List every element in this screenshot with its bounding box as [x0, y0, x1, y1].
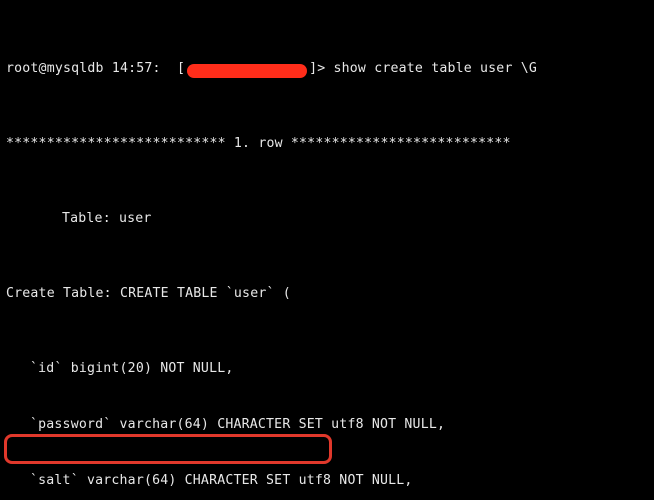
create-table-head: Create Table: CREATE TABLE `user` (	[6, 285, 648, 304]
prompt-open-bracket: [	[177, 60, 185, 79]
prompt-close-bracket: ]>	[309, 60, 325, 79]
row-separator: *************************** 1. row *****…	[6, 135, 648, 154]
create-label: Create Table:	[6, 286, 112, 301]
column-def: `id` bigint(20) NOT NULL,	[6, 360, 648, 379]
command-text: show create table user \G	[334, 60, 538, 79]
column-def: `salt` varchar(64) CHARACTER SET utf8 NO…	[6, 472, 648, 491]
column-text: `id` bigint(20) NOT NULL,	[6, 360, 234, 379]
prompt-time: 14:57:	[112, 60, 161, 79]
prompt-sep	[325, 60, 333, 79]
prompt-user-host: root@mysqldb	[6, 60, 104, 79]
create-head-text: CREATE TABLE `user` (	[120, 286, 291, 301]
column-text: `salt` varchar(64) CHARACTER SET utf8 NO…	[6, 472, 413, 491]
prompt-line: root@mysqldb 14:57: [ ]> show create tab…	[6, 60, 648, 79]
table-label: Table:	[6, 210, 111, 229]
row-separator-right: ***************************	[291, 136, 511, 151]
table-line: Table: user	[6, 210, 648, 229]
row-separator-left: ***************************	[6, 136, 226, 151]
prompt-sep	[104, 60, 112, 79]
column-def: `password` varchar(64) CHARACTER SET utf…	[6, 416, 648, 435]
redaction-bar	[187, 64, 307, 78]
column-text: `password` varchar(64) CHARACTER SET utf…	[6, 416, 445, 435]
row-separator-label: 1. row	[234, 136, 283, 151]
table-name: user	[119, 211, 152, 226]
terminal-output[interactable]: root@mysqldb 14:57: [ ]> show create tab…	[0, 0, 654, 500]
prompt-sep	[161, 60, 177, 79]
